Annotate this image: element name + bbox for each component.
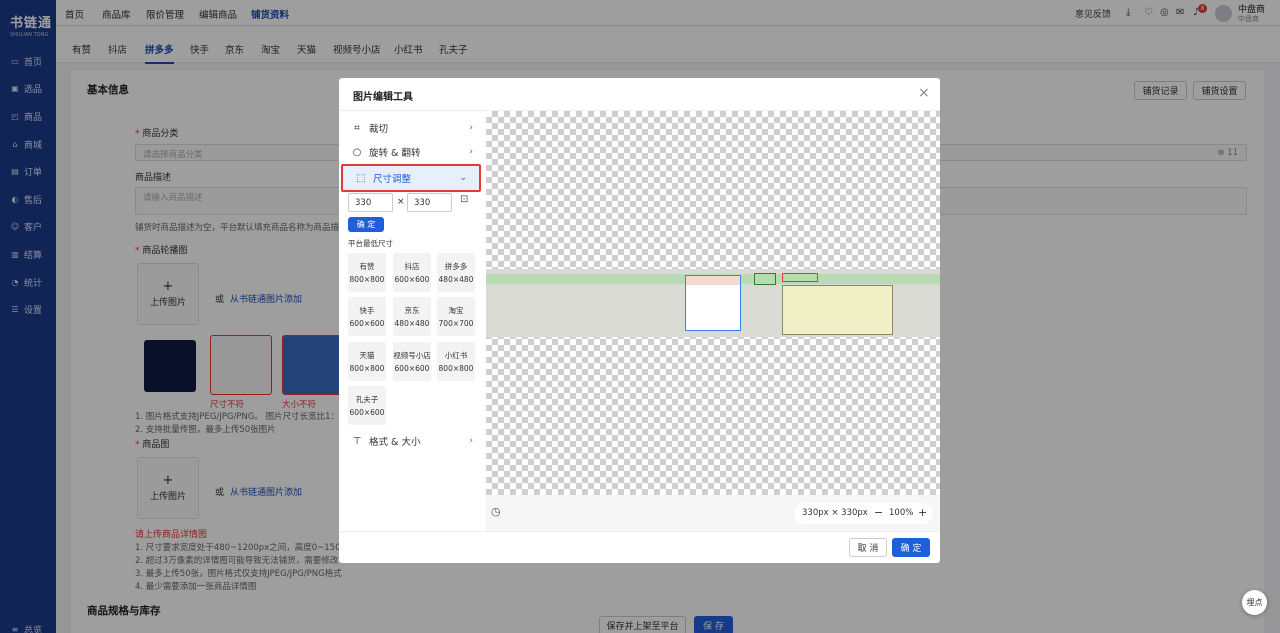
canvas-footer: ◷ 330px × 330px − 100% + [486, 495, 940, 531]
preset-size: 800×800 [349, 363, 385, 373]
chevron-right-icon: › [469, 436, 473, 446]
preset-kongfuzi[interactable]: 孔夫子 600×600 [348, 386, 386, 425]
resize-confirm-button[interactable]: 确 定 [348, 217, 384, 232]
close-icon[interactable]: × [918, 85, 930, 101]
selection-header [686, 276, 740, 285]
chevron-down-icon: ⌄ [459, 173, 467, 183]
preset-size: 600×600 [394, 363, 430, 373]
history-icon[interactable]: ◷ [491, 505, 501, 518]
zoom-level: 100% [889, 508, 914, 518]
preset-size: 480×480 [438, 274, 474, 284]
preset-name: 拼多多 [444, 261, 468, 271]
menu-format[interactable]: ⊤ 格式 & 大小 › [339, 429, 485, 453]
preset-size: 800×800 [438, 363, 474, 373]
preset-youzan[interactable]: 有赞 800×800 [348, 253, 386, 292]
tracking-float-button[interactable]: 埋点 [1242, 590, 1267, 615]
preset-name: 小红书 [444, 350, 468, 360]
preset-shipinhao[interactable]: 视频号小店 600×600 [393, 342, 431, 381]
preset-kuaishou[interactable]: 快手 600×600 [348, 297, 386, 336]
image-canvas[interactable] [486, 111, 940, 495]
spreadsheet-highlight [782, 273, 818, 282]
preset-size: 480×480 [394, 318, 430, 328]
preset-name: 京东 [404, 305, 420, 315]
preset-name: 抖店 [404, 261, 420, 271]
preset-size: 600×600 [349, 318, 385, 328]
menu-rotate[interactable]: ○ 旋转 & 翻转 › [339, 140, 485, 164]
preset-name: 淘宝 [448, 305, 464, 315]
preset-size: 700×700 [438, 318, 474, 328]
spreadsheet-note [782, 285, 893, 335]
menu-format-label: 格式 & 大小 [369, 437, 421, 448]
times-sign: × [397, 197, 405, 207]
menu-rotate-label: 旋转 & 翻转 [369, 148, 421, 159]
crop-icon: ⌗ [354, 122, 360, 134]
preset-name: 天猫 [359, 350, 375, 360]
zoom-in-icon[interactable]: + [918, 506, 927, 519]
spreadsheet-cell [754, 273, 776, 285]
zoom-control: 330px × 330px − 100% + [794, 503, 933, 524]
menu-crop[interactable]: ⌗ 裁切 › [339, 116, 485, 140]
preset-name: 快手 [359, 305, 375, 315]
menu-resize[interactable]: ⬚ 尺寸调整 ⌄ [341, 164, 481, 192]
confirm-button[interactable]: 确 定 [892, 538, 930, 557]
chevron-right-icon: › [469, 123, 473, 133]
preset-tmall[interactable]: 天猫 800×800 [348, 342, 386, 381]
modal-title: 图片编辑工具 [353, 92, 413, 103]
resize-icon: ⬚ [356, 172, 366, 184]
min-size-label: 平台最低尺寸 [348, 239, 393, 248]
preset-pinduoduo[interactable]: 拼多多 480×480 [437, 253, 475, 292]
preset-name: 孔夫子 [355, 394, 379, 404]
rotate-icon: ○ [352, 146, 362, 158]
chevron-right-icon: › [469, 147, 473, 157]
preset-size: 800×800 [349, 274, 385, 284]
lock-icon[interactable]: ⊡ [460, 194, 468, 205]
width-input[interactable]: 330 [348, 193, 393, 212]
cancel-button[interactable]: 取 消 [849, 538, 887, 557]
preset-taobao[interactable]: 淘宝 700×700 [437, 297, 475, 336]
divider [339, 531, 940, 532]
crop-selection-box[interactable] [685, 275, 741, 331]
preset-jd[interactable]: 京东 480×480 [393, 297, 431, 336]
preset-name: 有赞 [359, 261, 375, 271]
preset-size: 600×600 [394, 274, 430, 284]
preset-xiaohongshu[interactable]: 小红书 800×800 [437, 342, 475, 381]
preset-doudian[interactable]: 抖店 600×600 [393, 253, 431, 292]
paint-roller-icon: ⊤ [352, 435, 362, 447]
menu-resize-label: 尺寸调整 [373, 174, 412, 185]
preset-name: 视频号小店 [393, 350, 431, 360]
height-input[interactable]: 330 [407, 193, 452, 212]
zoom-out-icon[interactable]: − [874, 506, 883, 519]
menu-crop-label: 裁切 [369, 124, 389, 135]
dimensions-readout: 330px × 330px [802, 508, 868, 518]
image-editor-modal: 图片编辑工具 × ⌗ 裁切 › ○ 旋转 & 翻转 › ⬚ 尺寸调整 ⌄ 330 × 330… [339, 78, 940, 563]
preset-size: 600×600 [349, 407, 385, 417]
